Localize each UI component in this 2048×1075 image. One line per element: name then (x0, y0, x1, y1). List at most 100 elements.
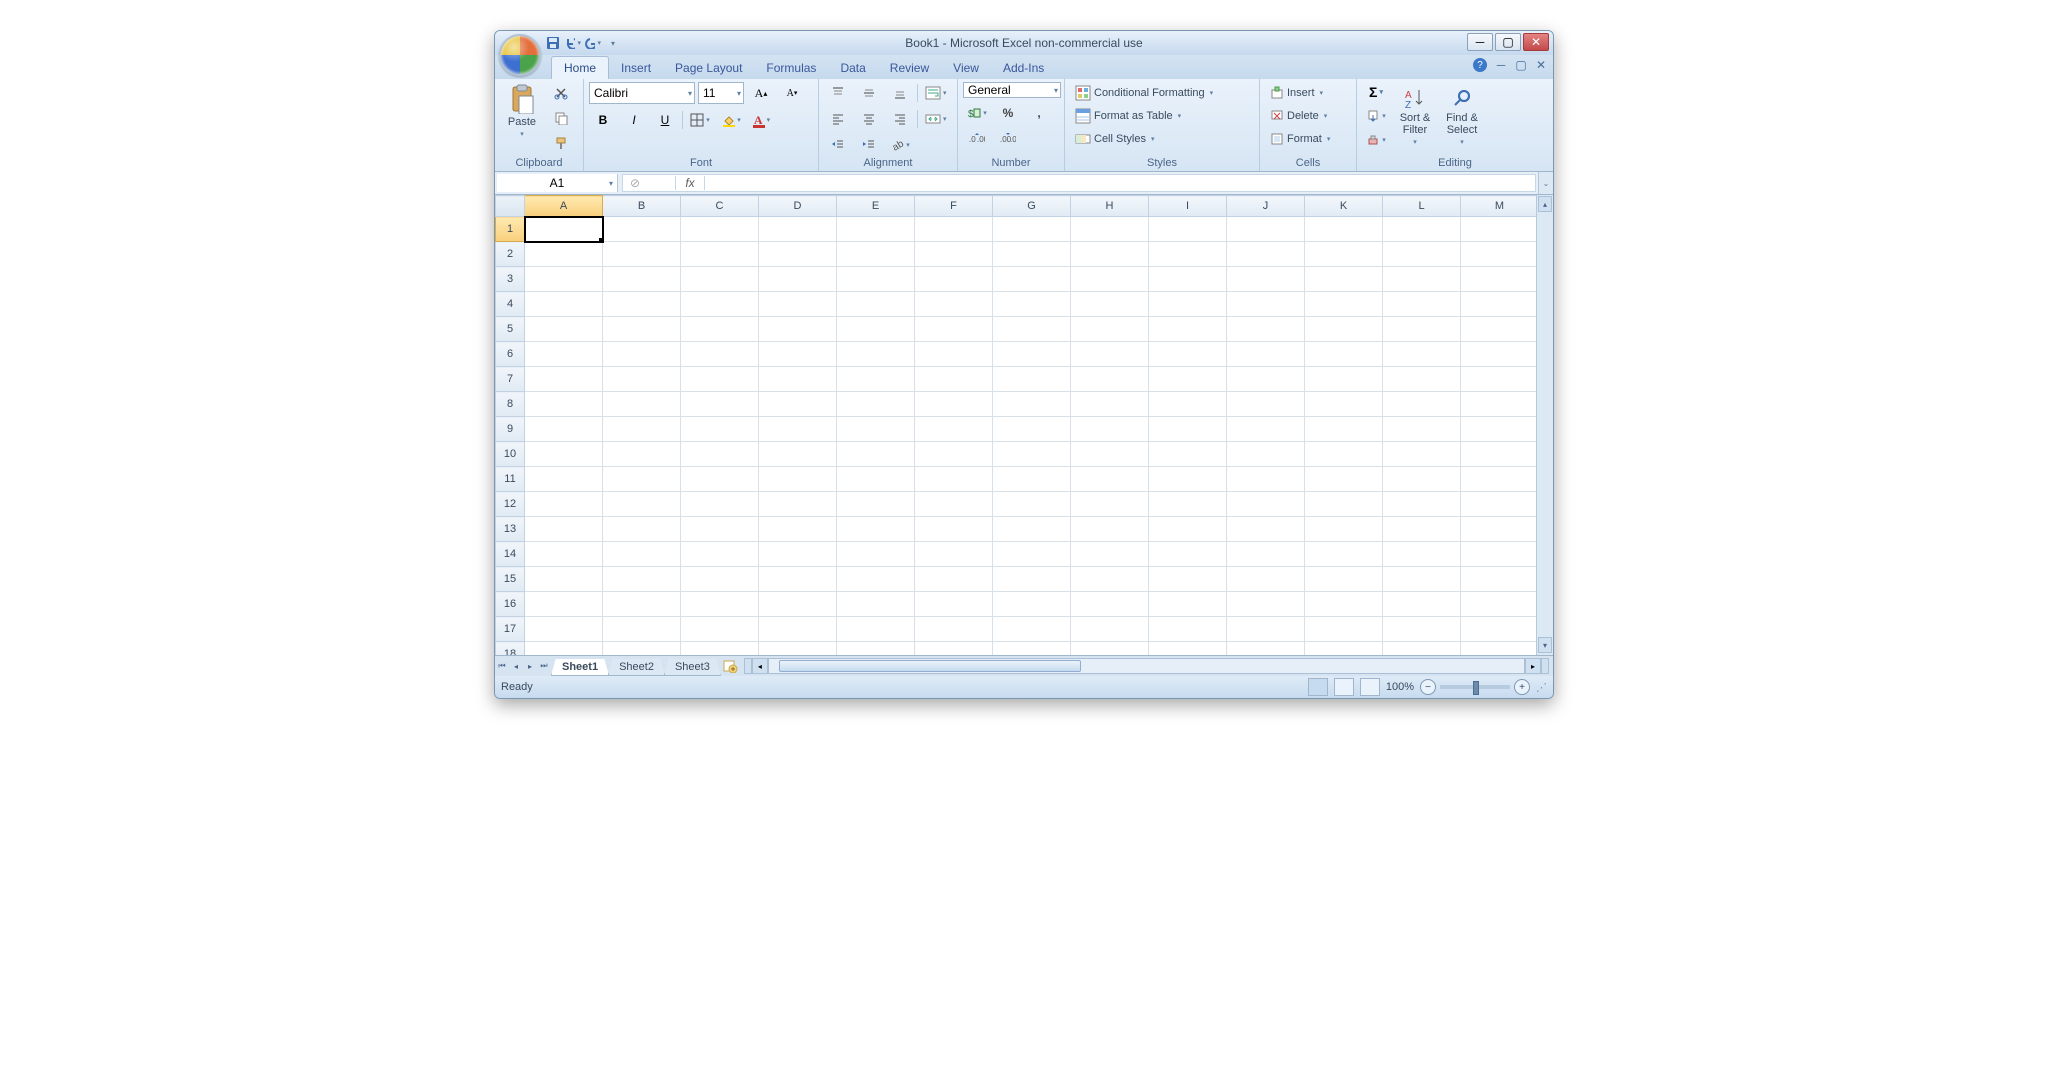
cell[interactable] (681, 367, 759, 392)
cell[interactable] (1461, 342, 1537, 367)
cell[interactable] (1227, 242, 1305, 267)
cell[interactable] (1071, 392, 1149, 417)
cell[interactable] (525, 267, 603, 292)
cell[interactable] (1305, 467, 1383, 492)
cell[interactable] (993, 517, 1071, 542)
cell[interactable] (603, 242, 681, 267)
cancel-formula-icon[interactable]: ⊘ (623, 176, 647, 190)
cell[interactable] (1383, 517, 1461, 542)
cell[interactable] (1305, 592, 1383, 617)
cell[interactable] (1227, 342, 1305, 367)
cell[interactable] (993, 392, 1071, 417)
cell[interactable] (681, 342, 759, 367)
cell[interactable] (837, 517, 915, 542)
workbook-restore-icon[interactable]: ▢ (1515, 59, 1527, 71)
tab-view[interactable]: View (941, 57, 991, 79)
cell[interactable] (993, 542, 1071, 567)
format-as-table-button[interactable]: Format as Table (1070, 105, 1254, 126)
cell[interactable] (1305, 617, 1383, 642)
row-header[interactable]: 16 (496, 592, 525, 617)
increase-font-icon[interactable]: A▴ (747, 82, 775, 104)
align-bottom-icon[interactable] (886, 82, 914, 104)
zoom-slider[interactable] (1440, 685, 1510, 689)
format-painter-icon[interactable] (547, 132, 575, 154)
scroll-up-icon[interactable]: ▴ (1538, 196, 1552, 212)
align-middle-icon[interactable] (855, 82, 883, 104)
sheet-tab[interactable]: Sheet1 (551, 659, 609, 676)
underline-icon[interactable]: U (651, 109, 679, 131)
cell[interactable] (1305, 442, 1383, 467)
cell[interactable] (1071, 242, 1149, 267)
cell[interactable] (1305, 242, 1383, 267)
cell[interactable] (1383, 567, 1461, 592)
cell[interactable] (1149, 367, 1227, 392)
cell[interactable] (915, 292, 993, 317)
column-header[interactable]: F (915, 196, 993, 217)
tab-home[interactable]: Home (551, 56, 609, 79)
ribbon-minimize-icon[interactable]: ─ (1495, 59, 1507, 71)
cell[interactable] (1383, 492, 1461, 517)
cell[interactable] (1383, 642, 1461, 656)
minimize-button[interactable]: ─ (1467, 33, 1493, 51)
column-header[interactable]: C (681, 196, 759, 217)
cell[interactable] (1305, 567, 1383, 592)
cell[interactable] (1461, 642, 1537, 656)
zoom-out-icon[interactable]: − (1420, 679, 1436, 695)
fill-icon[interactable] (1362, 105, 1390, 127)
cell[interactable] (759, 392, 837, 417)
cell[interactable] (1461, 492, 1537, 517)
number-format-select[interactable]: General (963, 82, 1061, 98)
row-header[interactable]: 17 (496, 617, 525, 642)
cell[interactable] (1383, 442, 1461, 467)
tab-data[interactable]: Data (828, 57, 877, 79)
resize-grip-icon[interactable]: ⋰ (1536, 681, 1547, 694)
cell[interactable] (681, 442, 759, 467)
row-header[interactable]: 10 (496, 442, 525, 467)
cell[interactable] (525, 392, 603, 417)
cell[interactable] (915, 542, 993, 567)
formula-input[interactable] (705, 176, 1535, 190)
cell[interactable] (759, 467, 837, 492)
cell[interactable] (1461, 242, 1537, 267)
close-button[interactable]: ✕ (1523, 33, 1549, 51)
cell[interactable] (759, 592, 837, 617)
cell[interactable] (1149, 617, 1227, 642)
decrease-decimal-icon[interactable]: .00.0 (994, 128, 1022, 150)
font-color-icon[interactable]: A (748, 109, 776, 131)
cell[interactable] (1149, 467, 1227, 492)
sheet-tab[interactable]: Sheet3 (664, 659, 721, 676)
decrease-indent-icon[interactable] (824, 134, 852, 156)
cell[interactable] (1071, 442, 1149, 467)
align-center-icon[interactable] (855, 108, 883, 130)
cell[interactable] (1383, 367, 1461, 392)
cell[interactable] (603, 217, 681, 242)
borders-icon[interactable] (686, 109, 714, 131)
cell[interactable] (525, 442, 603, 467)
cell[interactable] (1071, 517, 1149, 542)
cell[interactable] (759, 317, 837, 342)
tab-addins[interactable]: Add-Ins (991, 57, 1056, 79)
cell[interactable] (681, 292, 759, 317)
cell[interactable] (993, 467, 1071, 492)
vertical-scrollbar[interactable]: ▴ ▾ (1536, 195, 1553, 655)
next-sheet-icon[interactable]: ▸ (523, 658, 537, 674)
cell[interactable] (1149, 542, 1227, 567)
cell[interactable] (1383, 317, 1461, 342)
cell[interactable] (681, 467, 759, 492)
orientation-icon[interactable]: ab (886, 134, 914, 156)
cell[interactable] (1227, 417, 1305, 442)
cell[interactable] (1227, 617, 1305, 642)
cell[interactable] (1305, 542, 1383, 567)
cell[interactable] (1305, 292, 1383, 317)
cell[interactable] (1071, 642, 1149, 656)
row-header[interactable]: 11 (496, 467, 525, 492)
cell[interactable] (1305, 517, 1383, 542)
delete-cells-button[interactable]: Delete (1265, 105, 1351, 126)
zoom-in-icon[interactable]: + (1514, 679, 1530, 695)
cell[interactable] (603, 392, 681, 417)
cell[interactable] (1461, 317, 1537, 342)
cell[interactable] (525, 217, 603, 242)
sheet-tab[interactable]: Sheet2 (608, 659, 665, 676)
cell[interactable] (993, 317, 1071, 342)
cell[interactable] (837, 217, 915, 242)
